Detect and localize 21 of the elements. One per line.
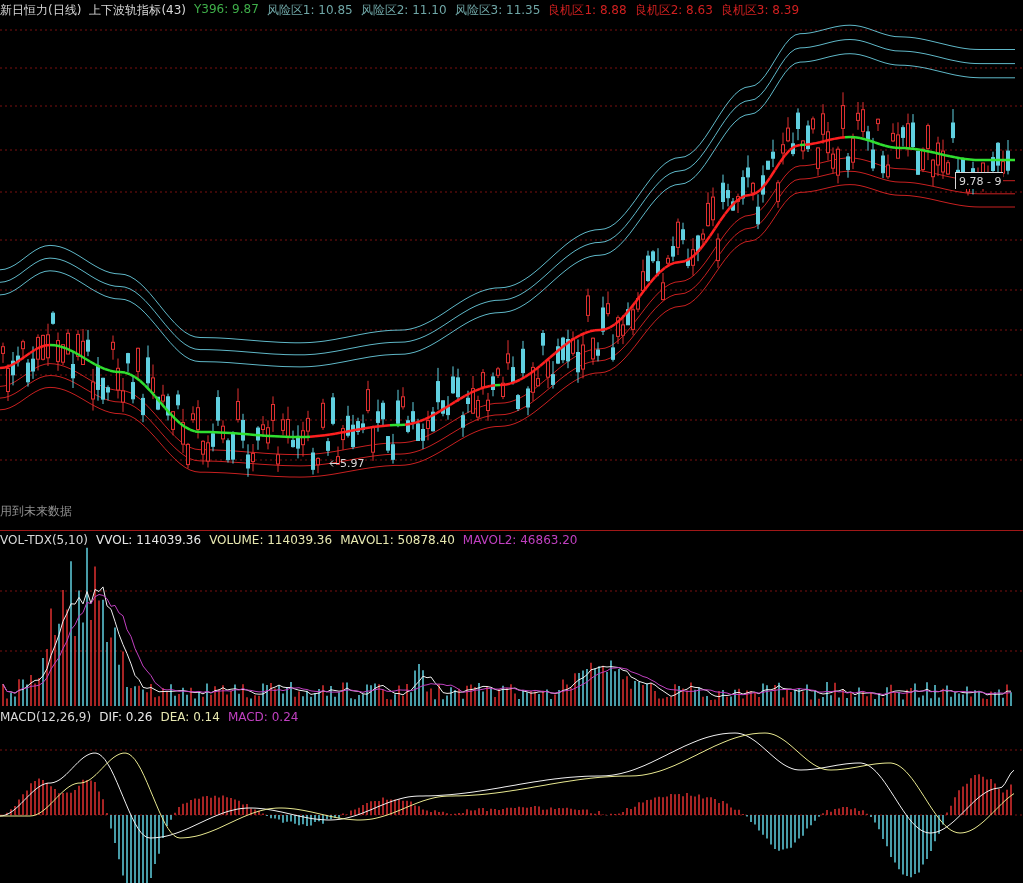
indicator-reading: VOLUME: 114039.36 xyxy=(209,533,333,547)
indicator-reading: DEA: 0.14 xyxy=(160,710,220,724)
indicator-reading: 良机区2: 8.63 xyxy=(634,2,713,19)
indicator-reading: 良机区3: 8.39 xyxy=(720,2,800,19)
indicator-reading: VVOL: 114039.36 xyxy=(96,533,202,547)
indicator-name: 上下波轨指标(43) xyxy=(89,2,186,19)
price-label: 9.78 - 9 xyxy=(955,172,1004,189)
warning-note: 用到未来数据 xyxy=(0,503,72,520)
indicator-reading: MAVOL1: 50878.40 xyxy=(340,533,455,547)
indicator-reading: 风险区3: 11.35 xyxy=(454,2,541,19)
indicator-reading: 风险区1: 10.85 xyxy=(266,2,353,19)
indicator-reading: 风险区2: 11.10 xyxy=(360,2,447,19)
indicator-title: VOL-TDX(5,10) xyxy=(0,533,89,547)
indicator-reading: MACD: 0.24 xyxy=(227,710,299,724)
indicator-reading: DIF: 0.26 xyxy=(99,710,153,724)
arrow-icon xyxy=(329,460,339,467)
indicator-reading: MAVOL2: 46863.20 xyxy=(462,533,578,547)
indicator-title: MACD(12,26,9) xyxy=(0,710,92,724)
low-price-label: 5.97 xyxy=(340,457,365,470)
indicator-title: 新日恒力(日线) xyxy=(0,2,82,19)
indicator-reading: 良机区1: 8.88 xyxy=(548,2,627,19)
